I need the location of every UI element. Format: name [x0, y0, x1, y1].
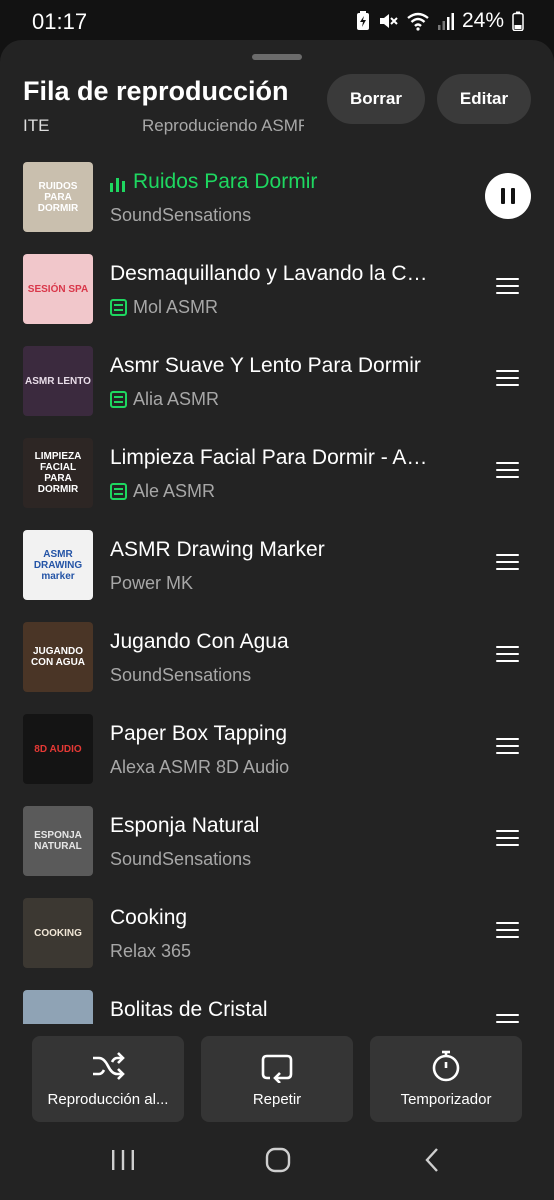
- repeat-icon: [201, 1049, 353, 1083]
- artwork-text: COOKING: [34, 927, 82, 939]
- playing-from-label: Reproduciendo ASMR: [142, 116, 304, 135]
- reorder-handle-icon[interactable]: [496, 1014, 519, 1024]
- track-artwork: ASMR DRAWING marker: [23, 530, 93, 600]
- track-title: Cooking: [110, 906, 188, 929]
- track-title: Asmr Suave Y Lento Para Dormir: [110, 354, 421, 377]
- queue-sheet: Fila de reproducción Borrar Editar ITE R…: [0, 40, 554, 1200]
- queue-row[interactable]: COOKING Cooking Relax 365: [0, 887, 554, 979]
- track-artist: SoundSensations: [110, 205, 252, 225]
- track-artwork: JUGANDO CON AGUA: [23, 622, 93, 692]
- track-artist: Alia ASMR: [133, 389, 220, 409]
- track-artwork: COOKING: [23, 898, 93, 968]
- queue-row[interactable]: ESPONJA NATURAL Esponja Natural SoundSensa…: [0, 795, 554, 887]
- reorder-handle-icon[interactable]: [496, 830, 519, 848]
- system-nav-bar: [0, 1124, 554, 1200]
- wifi-icon: [406, 11, 430, 31]
- artwork-text: SESIÓN SPA: [27, 283, 89, 295]
- queue-row[interactable]: LIMPIEZA FACIAL PARA DORMIR Limpieza Faci…: [0, 427, 554, 519]
- drag-handle[interactable]: [252, 54, 302, 60]
- track-artist: SoundSensations: [110, 665, 252, 685]
- queue-row[interactable]: JUGANDO CON AGUA Jugando Con Agua SoundSen…: [0, 611, 554, 703]
- page-title: Fila de reproducción: [23, 76, 289, 106]
- clear-button[interactable]: Borrar: [327, 74, 425, 124]
- downloaded-icon: [110, 299, 127, 316]
- sleep-timer-button[interactable]: Temporizador: [370, 1036, 522, 1122]
- status-icons: 24%: [356, 9, 524, 33]
- track-title: Bolitas de Cristal: [110, 998, 268, 1021]
- back-icon[interactable]: [413, 1140, 453, 1180]
- status-bar: 01:17 24%: [0, 0, 554, 40]
- track-artist: SoundSensations: [110, 849, 252, 869]
- queue-row[interactable]: Bolitas de Cristal: [0, 979, 554, 1024]
- context-label-marquee: ITE: [23, 116, 50, 135]
- track-title: Limpieza Facial Para Dormir - ASMR: [110, 446, 432, 469]
- queue-row[interactable]: ASMR LENTO Asmr Suave Y Lento Para Dormir…: [0, 335, 554, 427]
- queue-row[interactable]: 8D AUDIO Paper Box Tapping Alexa ASMR 8D A…: [0, 703, 554, 795]
- home-icon[interactable]: [258, 1140, 298, 1180]
- track-artist: Ale ASMR: [133, 481, 216, 501]
- shuffle-label: Reproducción al...: [47, 1091, 169, 1108]
- track-title: ASMR Drawing Marker: [110, 538, 325, 561]
- edit-button[interactable]: Editar: [437, 74, 531, 124]
- mute-icon: [378, 11, 398, 31]
- pause-button[interactable]: [485, 173, 531, 219]
- recent-apps-icon[interactable]: [103, 1140, 143, 1180]
- timer-label: Temporizador: [400, 1091, 492, 1108]
- downloaded-icon: [110, 391, 127, 408]
- queue-row[interactable]: ASMR DRAWING marker ASMR Drawing Marker Po…: [0, 519, 554, 611]
- queue-row[interactable]: SESIÓN SPA Desmaquillando y Lavando la Ca…: [0, 243, 554, 335]
- repeat-button[interactable]: Repetir: [201, 1036, 353, 1122]
- now-playing-equalizer-icon: [110, 178, 127, 192]
- track-artwork: RUIDOS PARA DORMIR: [23, 162, 93, 232]
- track-title: Desmaquillando y Lavando la Cara para Do…: [110, 262, 432, 285]
- track-title: Esponja Natural: [110, 814, 260, 837]
- artwork-text: ESPONJA NATURAL: [34, 830, 82, 852]
- reorder-handle-icon[interactable]: [496, 462, 519, 480]
- status-time: 01:17: [32, 9, 88, 34]
- track-artwork: SESIÓN SPA: [23, 254, 93, 324]
- track-title: Paper Box Tapping: [110, 722, 288, 745]
- artwork-text: RUIDOS PARA DORMIR: [37, 180, 79, 214]
- bottom-controls: Reproducción al... Repetir Temporizador: [0, 1024, 554, 1200]
- track-artwork: [23, 990, 93, 1024]
- track-title: Ruidos Para Dormir: [133, 170, 318, 193]
- battery-saver-icon: [356, 11, 370, 31]
- reorder-handle-icon[interactable]: [496, 646, 519, 664]
- reorder-handle-icon[interactable]: [496, 554, 519, 572]
- reorder-handle-icon[interactable]: [496, 738, 519, 756]
- artwork-text: 8D AUDIO: [34, 743, 82, 755]
- timer-icon: [370, 1049, 522, 1083]
- track-artwork: ESPONJA NATURAL: [23, 806, 93, 876]
- battery-percent: 24%: [461, 9, 504, 32]
- track-artist: Relax 365: [110, 941, 192, 961]
- track-artist: Power MK: [110, 573, 194, 593]
- artwork-text: ASMR LENTO: [25, 375, 91, 387]
- artwork-text: ASMR DRAWING marker: [33, 548, 83, 582]
- track-artwork: ASMR LENTO: [23, 346, 93, 416]
- track-artist: Mol ASMR: [133, 297, 219, 317]
- battery-icon: [512, 11, 524, 31]
- track-artist: Alexa ASMR 8D Audio: [110, 757, 290, 777]
- repeat-label: Repetir: [252, 1091, 302, 1108]
- reorder-handle-icon[interactable]: [496, 922, 519, 940]
- downloaded-icon: [110, 483, 127, 500]
- shuffle-icon: [32, 1049, 184, 1083]
- queue-row[interactable]: RUIDOS PARA DORMIR Ruidos Para Dormir Soun…: [0, 151, 554, 243]
- queue-list[interactable]: RUIDOS PARA DORMIR Ruidos Para Dormir Soun…: [0, 150, 554, 1024]
- track-title: Jugando Con Agua: [110, 630, 289, 653]
- signal-icon: [437, 11, 454, 31]
- reorder-handle-icon[interactable]: [496, 370, 519, 388]
- reorder-handle-icon[interactable]: [496, 278, 519, 296]
- artwork-text: JUGANDO CON AGUA: [30, 646, 86, 668]
- track-artwork: LIMPIEZA FACIAL PARA DORMIR: [23, 438, 93, 508]
- shuffle-button[interactable]: Reproducción al...: [32, 1036, 184, 1122]
- artwork-text: LIMPIEZA FACIAL PARA DORMIR: [34, 451, 82, 495]
- track-artwork: 8D AUDIO: [23, 714, 93, 784]
